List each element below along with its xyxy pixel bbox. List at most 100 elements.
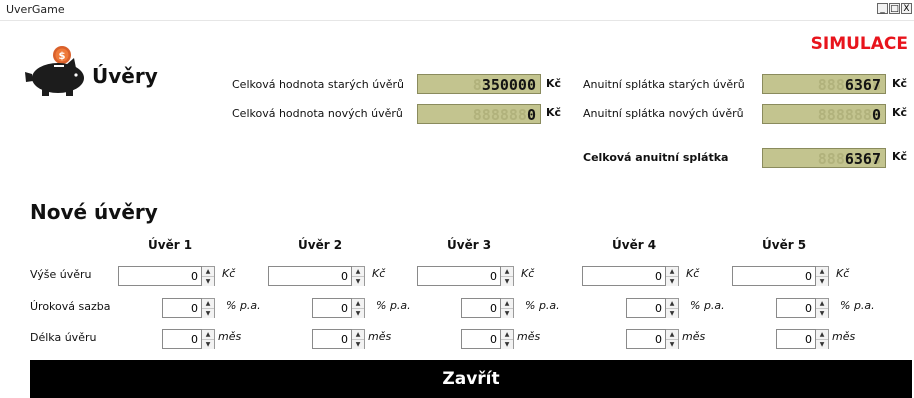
spin-down-icon[interactable]: ▼ <box>202 339 214 349</box>
loan-1-rate-spin-arrows[interactable]: ▲ ▼ <box>202 298 215 318</box>
spin-down-icon[interactable]: ▼ <box>352 276 364 286</box>
old-annuity-display: 8888888 6367 <box>762 74 886 94</box>
spin-down-icon[interactable]: ▼ <box>501 308 513 318</box>
loan-2-rate-spin-arrows[interactable]: ▲ ▼ <box>352 298 365 318</box>
maximize-button[interactable]: □ <box>889 3 900 14</box>
loan-1-amount-spin-arrows[interactable]: ▲ ▼ <box>202 266 215 286</box>
spin-up-icon[interactable]: ▲ <box>501 330 513 339</box>
spin-up-icon[interactable]: ▲ <box>816 330 828 339</box>
spin-up-icon[interactable]: ▲ <box>816 267 828 276</box>
spin-up-icon[interactable]: ▲ <box>501 299 513 308</box>
loan-2-term-stepper[interactable]: ▲▼ <box>312 329 365 349</box>
spin-down-icon[interactable]: ▼ <box>352 308 364 318</box>
loan-5-term-input[interactable] <box>776 329 816 349</box>
spin-up-icon[interactable]: ▲ <box>352 299 364 308</box>
svg-text:$: $ <box>59 51 66 62</box>
loan-3-rate-stepper[interactable]: ▲▼ <box>461 298 514 318</box>
spin-down-icon[interactable]: ▼ <box>816 339 828 349</box>
spin-up-icon[interactable]: ▲ <box>666 299 678 308</box>
loan-4-amount-input[interactable] <box>582 266 666 286</box>
spin-up-icon[interactable]: ▲ <box>501 267 513 276</box>
minimize-button[interactable]: _ <box>877 3 888 14</box>
close-button[interactable]: Zavřít <box>30 360 912 398</box>
close-window-button[interactable]: X <box>901 3 912 14</box>
loan-1-amount-unit: Kč <box>222 267 236 280</box>
loan-3-amount-stepper[interactable]: ▲▼ <box>417 266 514 286</box>
loan-3-term-input[interactable] <box>461 329 501 349</box>
spin-down-icon[interactable]: ▼ <box>352 339 364 349</box>
total-annuity-value: 6367 <box>844 150 881 168</box>
loan-3-amount-input[interactable] <box>417 266 501 286</box>
loan-1-term-input[interactable] <box>162 329 202 349</box>
loan-4-term-spin-arrows[interactable]: ▲ ▼ <box>666 329 679 349</box>
rate-row-label: Úroková sazba <box>30 300 111 313</box>
loan-1-term-unit: měs <box>218 330 242 343</box>
spin-up-icon[interactable]: ▲ <box>816 299 828 308</box>
old-loans-total-display: 8888888 350000 <box>417 74 541 94</box>
new-annuity-display: 8888888 0 <box>762 104 886 124</box>
loan-3-amount-spin-arrows[interactable]: ▲ ▼ <box>501 266 514 286</box>
loan-1-amount-input[interactable] <box>118 266 202 286</box>
loan-1-rate-input[interactable] <box>162 298 202 318</box>
spin-up-icon[interactable]: ▲ <box>352 330 364 339</box>
loan-4-term-input[interactable] <box>626 329 666 349</box>
loan-5-amount-stepper[interactable]: ▲▼ <box>732 266 829 286</box>
loan-3-rate-spin-arrows[interactable]: ▲ ▼ <box>501 298 514 318</box>
spin-down-icon[interactable]: ▼ <box>816 276 828 286</box>
loan-5-rate-stepper[interactable]: ▲▼ <box>776 298 829 318</box>
spin-down-icon[interactable]: ▼ <box>501 276 513 286</box>
spin-up-icon[interactable]: ▲ <box>666 267 678 276</box>
column-header-loan-2: Úvěr 2 <box>298 238 343 252</box>
loan-2-term-spin-arrows[interactable]: ▲ ▼ <box>352 329 365 349</box>
spin-up-icon[interactable]: ▲ <box>202 267 214 276</box>
loan-4-rate-stepper[interactable]: ▲▼ <box>626 298 679 318</box>
loan-2-amount-input[interactable] <box>268 266 352 286</box>
new-loans-total-display: 8888888 0 <box>417 104 541 124</box>
loan-1-amount-stepper[interactable]: ▲▼ <box>118 266 215 286</box>
spin-down-icon[interactable]: ▼ <box>666 308 678 318</box>
amount-row-label: Výše úvěru <box>30 268 92 281</box>
spin-down-icon[interactable]: ▼ <box>666 276 678 286</box>
loan-5-rate-spin-arrows[interactable]: ▲ ▼ <box>816 298 829 318</box>
loan-2-rate-stepper[interactable]: ▲▼ <box>312 298 365 318</box>
spin-down-icon[interactable]: ▼ <box>202 308 214 318</box>
loan-4-term-stepper[interactable]: ▲▼ <box>626 329 679 349</box>
spin-down-icon[interactable]: ▼ <box>816 308 828 318</box>
spin-up-icon[interactable]: ▲ <box>202 299 214 308</box>
loan-5-amount-input[interactable] <box>732 266 816 286</box>
loan-2-amount-spin-arrows[interactable]: ▲ ▼ <box>352 266 365 286</box>
loan-1-term-stepper[interactable]: ▲▼ <box>162 329 215 349</box>
new-loans-total-value: 0 <box>526 106 536 124</box>
loan-1-rate-stepper[interactable]: ▲▼ <box>162 298 215 318</box>
old-annuity-label: Anuitní splátka starých úvěrů <box>583 78 745 91</box>
loan-2-term-input[interactable] <box>312 329 352 349</box>
loan-2-amount-stepper[interactable]: ▲▼ <box>268 266 365 286</box>
loan-4-rate-input[interactable] <box>626 298 666 318</box>
loan-3-term-spin-arrows[interactable]: ▲ ▼ <box>501 329 514 349</box>
loan-3-term-stepper[interactable]: ▲▼ <box>461 329 514 349</box>
total-annuity-unit: Kč <box>892 150 908 163</box>
page-title: Úvěry <box>92 64 158 88</box>
spin-down-icon[interactable]: ▼ <box>501 339 513 349</box>
loan-5-term-stepper[interactable]: ▲▼ <box>776 329 829 349</box>
spin-down-icon[interactable]: ▼ <box>666 339 678 349</box>
loan-5-amount-spin-arrows[interactable]: ▲ ▼ <box>816 266 829 286</box>
new-annuity-unit: Kč <box>892 106 908 119</box>
loan-5-rate-input[interactable] <box>776 298 816 318</box>
loan-4-amount-spin-arrows[interactable]: ▲ ▼ <box>666 266 679 286</box>
spin-up-icon[interactable]: ▲ <box>352 267 364 276</box>
loan-5-amount-unit: Kč <box>836 267 850 280</box>
loan-4-amount-stepper[interactable]: ▲▼ <box>582 266 679 286</box>
loan-3-rate-input[interactable] <box>461 298 501 318</box>
spin-up-icon[interactable]: ▲ <box>202 330 214 339</box>
loan-3-term-unit: měs <box>517 330 541 343</box>
loan-4-rate-unit: % p.a. <box>690 299 725 312</box>
loan-1-term-spin-arrows[interactable]: ▲ ▼ <box>202 329 215 349</box>
loan-5-term-spin-arrows[interactable]: ▲ ▼ <box>816 329 829 349</box>
loan-2-rate-input[interactable] <box>312 298 352 318</box>
loan-2-term-unit: měs <box>368 330 392 343</box>
spin-down-icon[interactable]: ▼ <box>202 276 214 286</box>
spin-up-icon[interactable]: ▲ <box>666 330 678 339</box>
old-loans-total-value: 350000 <box>481 76 536 94</box>
loan-4-rate-spin-arrows[interactable]: ▲ ▼ <box>666 298 679 318</box>
